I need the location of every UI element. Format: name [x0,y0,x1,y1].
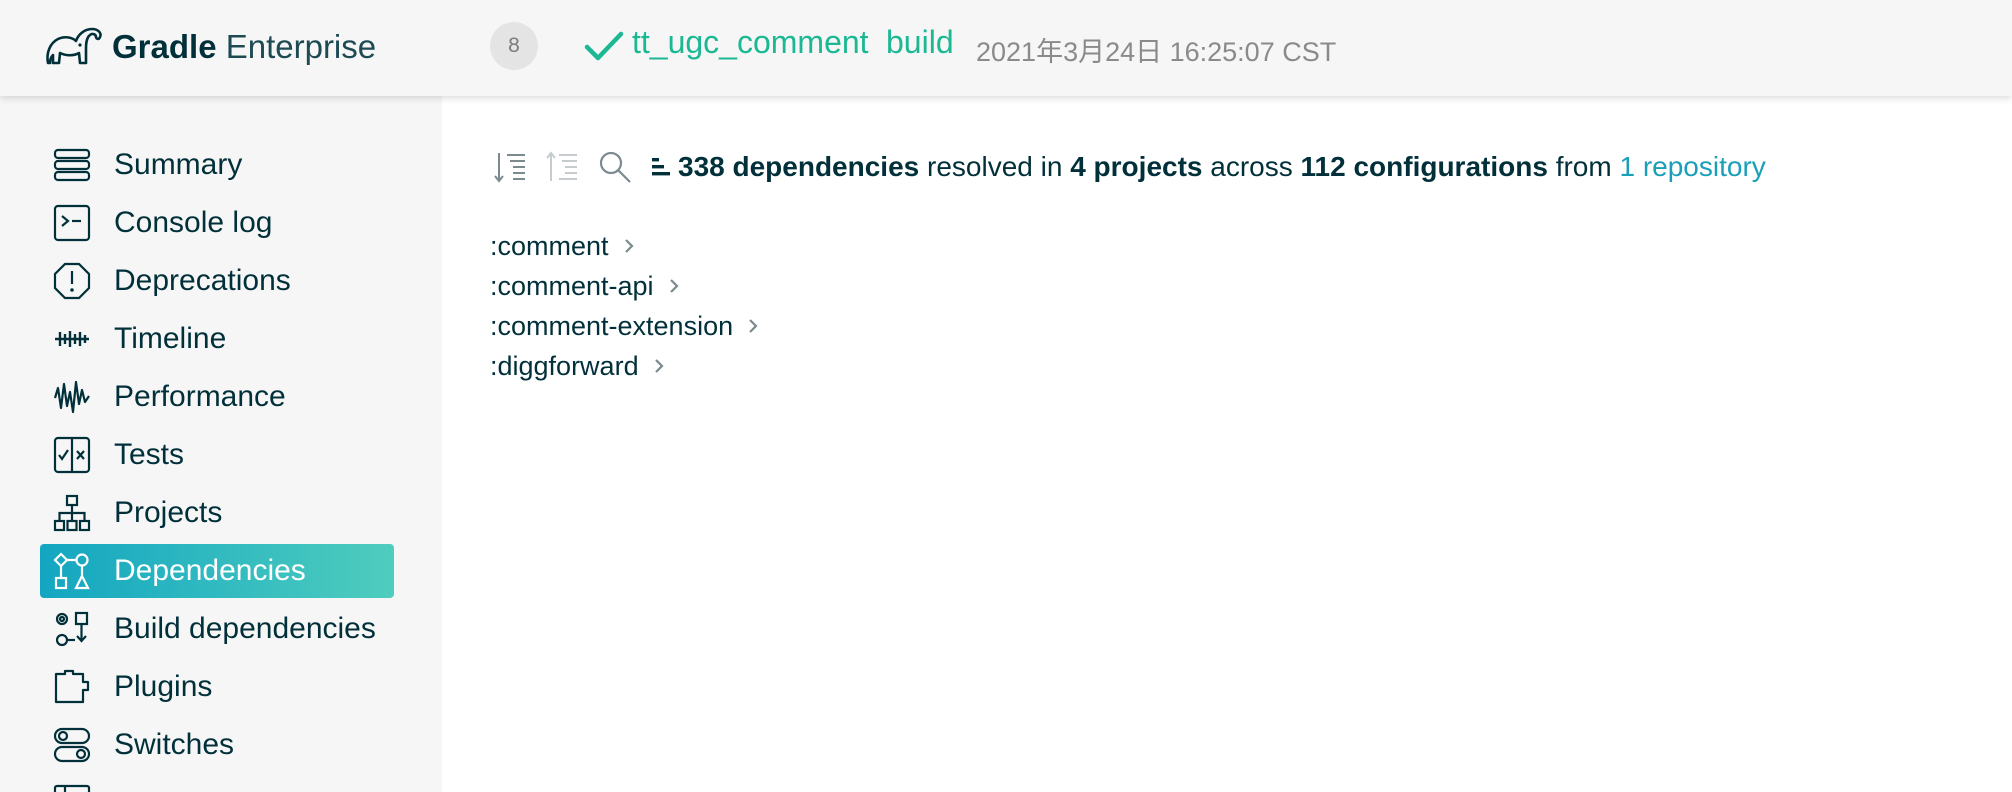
dependency-summary: 338 dependencies resolved in 4 projects … [650,151,1766,183]
sidebar-item-plugins[interactable]: Plugins [40,660,394,714]
project-count: 4 projects [1070,151,1203,182]
list-icon [652,158,670,176]
sidebar-item-projects[interactable]: Projects [40,486,394,540]
sidebar-item-label: Deprecations [114,264,291,297]
sidebar-item-performance[interactable]: Performance [40,370,394,424]
project-path: :comment-extension [490,310,734,341]
top-header: Gradle Enterprise 8 tt_ugc_comment build… [0,0,2012,96]
repository-link[interactable]: 1 repository [1619,151,1765,183]
list-item[interactable]: :comment-api [490,266,761,306]
chevron-right-icon [669,279,679,293]
dependency-count: 338 dependencies [678,151,920,182]
project-list: :comment :comment-api :comment-extension… [490,226,761,386]
search-icon[interactable] [596,147,634,187]
sidebar-item-label: Performance [114,380,286,413]
summary-text: across [1210,151,1293,182]
sidebar-item-label: Switches [114,728,235,761]
expand-all-icon[interactable] [492,147,530,187]
sidebar-item-label: Console log [114,206,273,239]
main-content: 338 dependencies resolved in 4 projects … [442,96,2012,792]
task-name: build [886,24,954,60]
plugins-icon [52,667,92,707]
summary-text: resolved in [927,151,1063,182]
chevron-right-icon [749,319,758,333]
infrastructure-icon [52,783,92,792]
build-dependencies-icon [52,609,92,649]
sidebar-item-partial[interactable] [40,776,394,792]
sidebar-item-label: Plugins [114,670,213,703]
console-log-icon [52,203,92,243]
sidebar-item-tests[interactable]: Tests [40,428,394,482]
sidebar-item-label: Tests [114,438,185,471]
sidebar-item-switches[interactable]: Switches [40,718,394,772]
configuration-count: 112 configurations [1300,151,1548,182]
sidebar-item-label: Timeline [114,322,227,355]
sidebar-item-summary[interactable]: Summary [40,138,394,192]
sidebar-item-timeline[interactable]: Timeline [40,312,394,366]
sidebar-item-label: Build dependencies [114,612,376,645]
project-path: :comment [490,230,609,261]
list-item[interactable]: :diggforward [490,346,761,386]
build-number-badge: 8 [490,22,538,70]
brand-bold: Gradle [112,28,217,65]
sidebar-item-console-log[interactable]: Console log [40,196,394,250]
project-name: tt_ugc_comment [632,24,869,60]
sidebar-item-deprecations[interactable]: Deprecations [40,254,394,308]
build-timestamp: 2021年3月24日 16:25:07 CST [976,37,1337,67]
collapse-all-icon[interactable] [544,147,582,187]
performance-icon [52,377,92,417]
summary-icon [52,145,92,185]
gradle-elephant-icon [46,27,102,65]
project-path: :comment-api [490,270,654,301]
sidebar-item-dependencies[interactable]: Dependencies [40,544,394,598]
sidebar-item-build-dependencies[interactable]: Build dependencies [40,602,394,656]
sidebar-item-label: Dependencies [114,554,306,587]
switches-icon [52,725,92,765]
success-check-icon [584,31,624,61]
list-item[interactable]: :comment [490,226,761,266]
summary-text: from [1555,151,1612,182]
deprecations-icon [52,261,92,301]
chevron-right-icon [654,359,664,373]
sidebar-nav: Summary Console log Deprecations Timelin… [0,96,442,792]
gradle-enterprise-logo[interactable]: Gradle Enterprise [42,20,376,74]
timeline-icon [52,319,92,359]
dependencies-toolbar: 338 dependencies resolved in 4 projects … [492,144,1766,190]
project-path: :diggforward [490,350,639,381]
sidebar-item-label: Summary [114,148,243,181]
dependencies-icon [52,551,92,591]
chevron-right-icon [624,239,634,253]
brand-light: Enterprise [225,28,377,65]
projects-icon [52,493,92,533]
sidebar-item-label: Projects [114,496,223,529]
tests-icon [52,435,92,475]
list-item[interactable]: :comment-extension [490,306,761,346]
